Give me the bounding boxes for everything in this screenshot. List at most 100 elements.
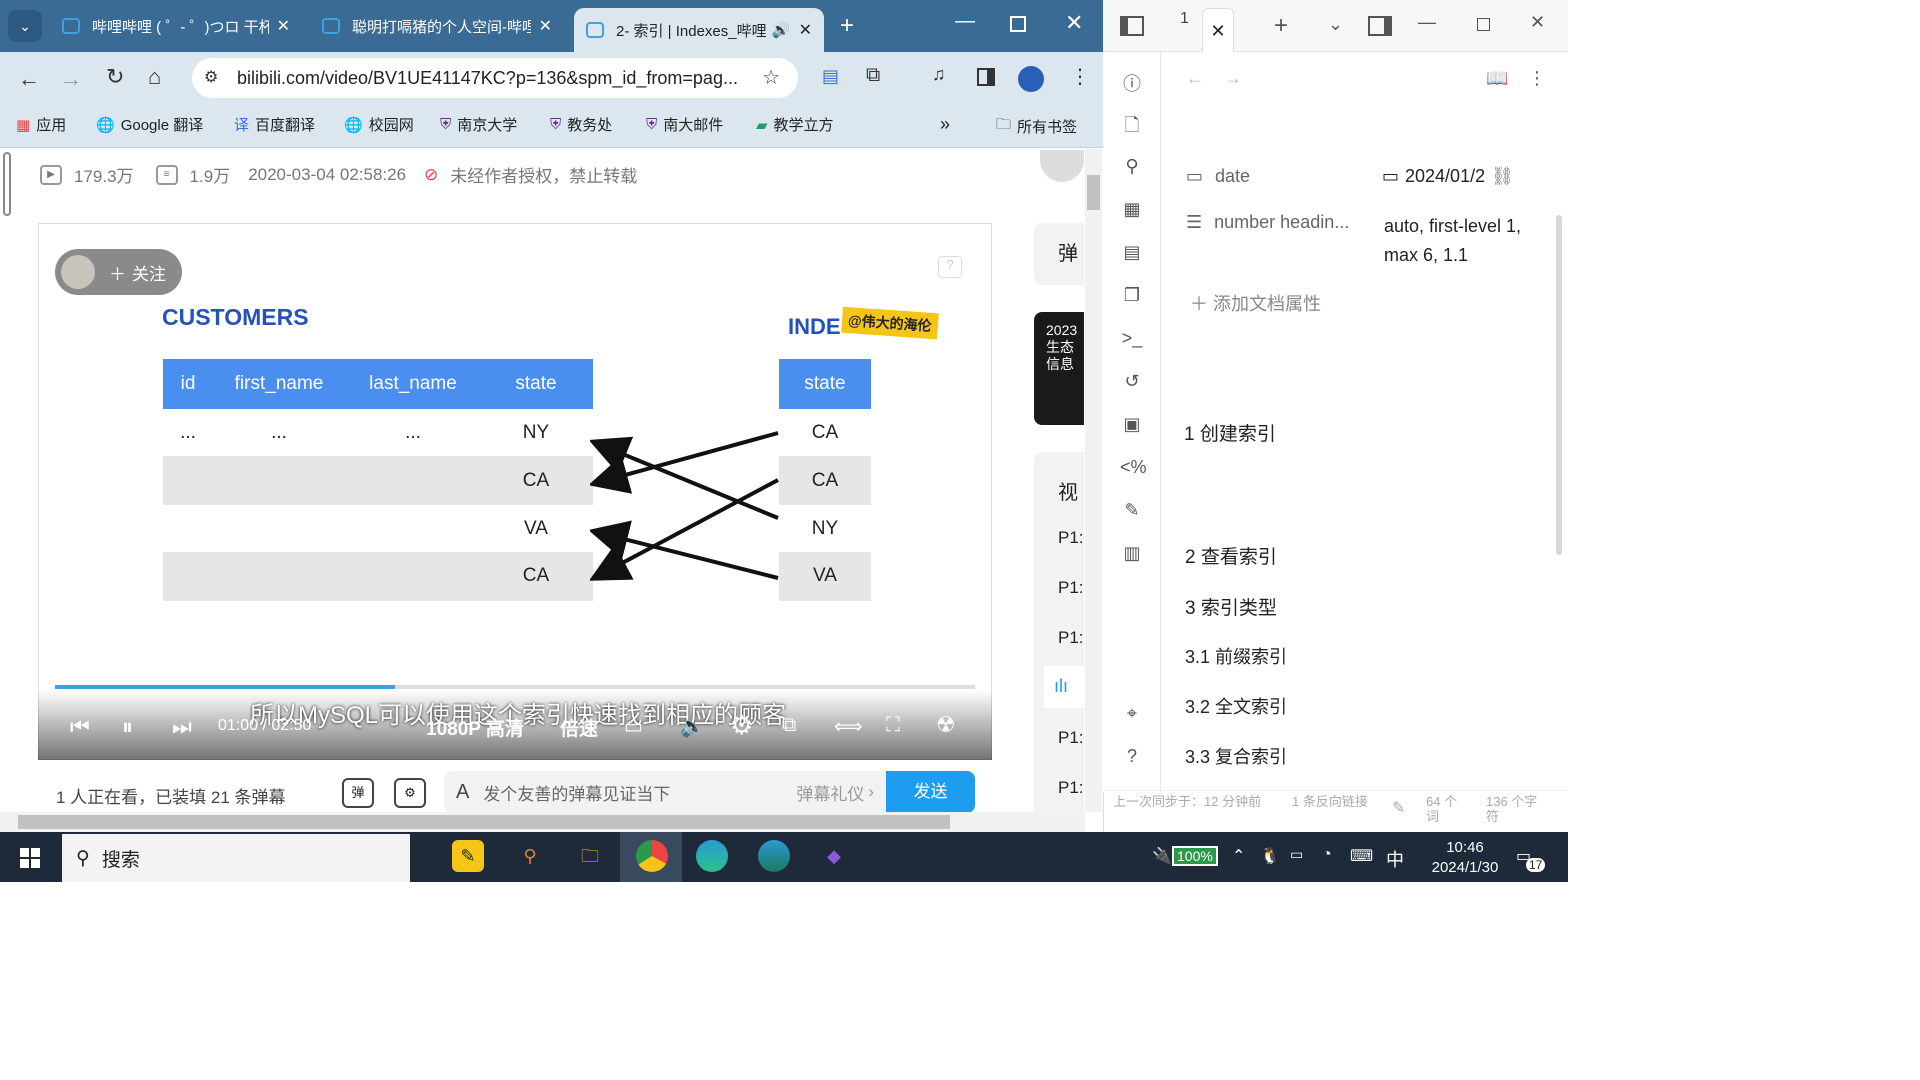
template-icon[interactable]: ▣: [1120, 414, 1144, 438]
info-icon[interactable]: ⓘ: [1120, 70, 1144, 94]
promo-card[interactable]: 2023 生态 信息: [1034, 312, 1084, 425]
send-button[interactable]: 发送: [886, 771, 975, 813]
list-item[interactable]: P1:: [1058, 728, 1084, 748]
backlinks-count[interactable]: 1 条反向链接: [1292, 794, 1372, 809]
add-property-button[interactable]: ＋ 添加文档属性: [1190, 290, 1321, 316]
right-sidebar-toggle-icon[interactable]: [1368, 16, 1392, 36]
help-circle-icon[interactable]: ?: [1120, 746, 1144, 770]
sticky-notes-icon[interactable]: ✎: [452, 840, 484, 872]
chrome-icon[interactable]: [636, 840, 668, 872]
property-date-value[interactable]: ▭ 2024/01/2 ⛓: [1382, 166, 1514, 187]
bookmarks-overflow-icon[interactable]: »: [940, 114, 950, 135]
note-more-icon[interactable]: ⋮: [1528, 68, 1546, 89]
list-item[interactable]: P1:: [1058, 628, 1084, 648]
address-bar[interactable]: ⚙ bilibili.com/video/BV1UE41147KC?p=136&…: [192, 58, 798, 98]
history-icon[interactable]: ↺: [1120, 371, 1144, 395]
danmaku-list-tab[interactable]: 弹: [1034, 223, 1084, 285]
close-tab-icon[interactable]: ✕: [539, 16, 552, 36]
taskbar-search[interactable]: ⚲ 搜索: [62, 834, 410, 882]
follow-button[interactable]: ＋ 关注: [55, 249, 182, 295]
close-tab-icon[interactable]: ✕: [277, 16, 290, 36]
battery-tray-icon[interactable]: ▭: [1290, 846, 1303, 863]
vertical-scrollbar[interactable]: [1085, 149, 1102, 812]
file-explorer-icon[interactable]: 🗀: [574, 840, 606, 872]
new-note-tab-icon[interactable]: +: [1274, 12, 1288, 40]
forward-icon[interactable]: →: [60, 66, 82, 92]
speed-button[interactable]: 倍速: [560, 714, 598, 741]
minimize-icon[interactable]: —: [955, 10, 975, 33]
qq-icon[interactable]: 🐧: [1260, 846, 1280, 866]
font-style-icon[interactable]: A: [456, 781, 469, 804]
all-bookmarks[interactable]: 🗀 所有书签: [996, 114, 1077, 139]
volume-icon[interactable]: 🔈: [680, 714, 705, 739]
fullscreen-icon[interactable]: ☢: [936, 712, 956, 738]
notes-close-icon[interactable]: ✕: [1530, 12, 1545, 33]
edge-dev-icon[interactable]: [758, 840, 790, 872]
home-icon[interactable]: ⌂: [148, 64, 161, 90]
back-icon[interactable]: ←: [18, 66, 40, 92]
media-control-icon[interactable]: ♫: [932, 64, 946, 85]
danmaku-toggle-icon[interactable]: 弹: [342, 778, 374, 808]
terminal-icon[interactable]: >_: [1120, 328, 1144, 352]
reading-icon[interactable]: ▤: [822, 66, 839, 87]
side-panel-icon[interactable]: [977, 68, 995, 86]
copy-icon[interactable]: ❐: [1120, 285, 1144, 309]
close-window-icon[interactable]: ✕: [1065, 10, 1083, 36]
graph-icon[interactable]: ⚲: [1120, 156, 1144, 180]
heading-3[interactable]: 3 索引类型: [1185, 593, 1277, 620]
browser-tab-3[interactable]: 2- 索引 | Indexes_哔哩 🔊 ✕: [574, 8, 824, 52]
notes-tab[interactable]: 1: [1180, 10, 1189, 28]
new-tab-button[interactable]: +: [840, 12, 854, 40]
list-item[interactable]: P1:: [1058, 578, 1084, 598]
danmaku-input[interactable]: A 发个友善的弹幕见证当下 弹幕礼仪 ›: [444, 771, 886, 813]
bookmark-academic-office[interactable]: ⛨ 教务处: [550, 114, 612, 135]
tray-chevron-icon[interactable]: ⌃: [1232, 846, 1245, 866]
bookmark-teaching-cube[interactable]: ▰ 教学立方: [756, 114, 834, 135]
settings-icon[interactable]: ⚙: [730, 710, 753, 741]
ime-indicator[interactable]: 中: [1386, 846, 1404, 872]
list-item[interactable]: P1:: [1058, 528, 1084, 548]
clock[interactable]: 10:46 2024/1/30: [1418, 838, 1512, 878]
heading-2[interactable]: 2 查看索引: [1185, 542, 1277, 569]
table-icon[interactable]: ▥: [1120, 543, 1144, 567]
reading-view-icon[interactable]: 📖: [1486, 68, 1508, 89]
power-icon[interactable]: 🔌: [1152, 846, 1172, 866]
percent-icon[interactable]: <%: [1120, 457, 1147, 481]
property-number-headings-value[interactable]: auto, first-level 1, max 6, 1.1: [1384, 212, 1544, 270]
heading-3-3[interactable]: 3.3 复合索引: [1185, 743, 1287, 769]
grid-icon[interactable]: ▦: [1120, 199, 1144, 223]
keyboard-icon[interactable]: ⌨: [1350, 846, 1373, 866]
bookmark-baidu-translate[interactable]: 译百度翻译: [234, 114, 315, 135]
browser-tab-1[interactable]: 哔哩哔哩 ( ゜- ゜)つロ 干杯 ✕: [50, 8, 302, 44]
bookmark-google-translate[interactable]: 🌐 Google 翻译: [96, 114, 203, 135]
wifi-icon[interactable]: ◔: [1322, 846, 1332, 864]
url-text[interactable]: bilibili.com/video/BV1UE41147KC?p=136&sp…: [237, 68, 738, 89]
bookmark-campus-net[interactable]: 🌐 校园网: [344, 114, 414, 135]
widescreen-icon[interactable]: ⟺: [834, 714, 863, 739]
heading-3-1[interactable]: 3.1 前缀索引: [1185, 643, 1287, 669]
bookmark-star-icon[interactable]: ☆: [762, 65, 780, 90]
bookmark-nju-mail[interactable]: ⛨ 南大邮件: [646, 114, 723, 135]
notes-minimize-icon[interactable]: —: [1418, 12, 1436, 33]
search-app-icon[interactable]: ⚲: [514, 840, 546, 872]
notes-scrollbar-thumb[interactable]: [1556, 215, 1562, 555]
bookmark-apps[interactable]: ▦ 应用: [16, 114, 66, 135]
notes-tab-close[interactable]: ✕: [1202, 8, 1234, 52]
tab-search-button[interactable]: ⌄: [8, 10, 42, 42]
file-search-icon[interactable]: 🗋: [1120, 113, 1144, 137]
obsidian-icon[interactable]: ◆: [818, 840, 850, 872]
quality-button[interactable]: 1080P 高清: [426, 714, 524, 741]
pip-icon[interactable]: ⧉: [782, 714, 796, 737]
reload-icon[interactable]: ↻: [106, 64, 124, 90]
subtitle-toggle-icon[interactable]: ▭: [624, 714, 643, 739]
browser-tab-2[interactable]: 聪明打嗝猪的个人空间-哔哩 ✕: [310, 8, 564, 44]
hscroll-thumb[interactable]: [18, 815, 950, 829]
sidebar-toggle-icon[interactable]: [1120, 16, 1144, 36]
profile-avatar[interactable]: [1018, 66, 1044, 92]
heading-3-2[interactable]: 3.2 全文索引: [1185, 693, 1287, 719]
list-item-playing[interactable]: ılı: [1044, 666, 1084, 708]
close-tab-icon[interactable]: ✕: [799, 20, 812, 40]
calendar-icon[interactable]: ▤: [1120, 242, 1144, 266]
edit-pen-icon[interactable]: ✎: [1392, 798, 1405, 818]
danmaku-settings-icon[interactable]: ⚙: [394, 778, 426, 808]
